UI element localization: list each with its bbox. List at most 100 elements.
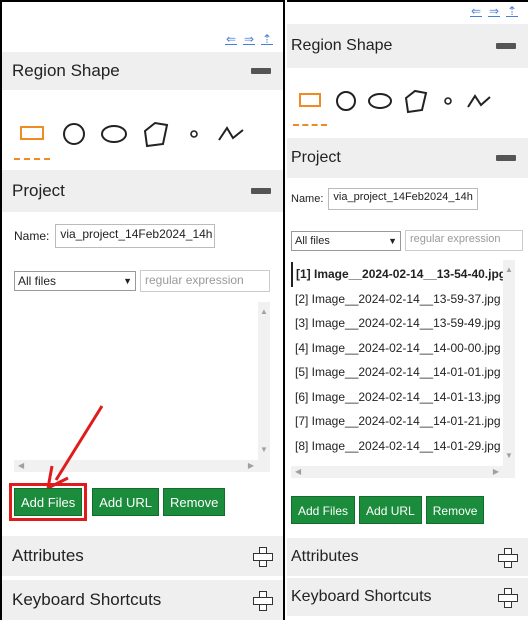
minus-icon[interactable]	[251, 188, 271, 194]
minus-icon[interactable]	[496, 155, 516, 161]
collapse-up-icon[interactable]: ⇡	[261, 33, 273, 45]
file-list-item[interactable]: [4] Image__2024-02-14__14-00-00.jpg	[291, 336, 515, 361]
file-list-item[interactable]: [7] Image__2024-02-14__14-01-21.jpg	[291, 409, 515, 434]
vertical-scrollbar[interactable]: ▲ ▼	[503, 260, 515, 466]
plus-icon[interactable]	[253, 547, 273, 567]
project-name-field[interactable]: via_project_14Feb2024_14h	[328, 188, 479, 210]
scroll-up-icon[interactable]: ▲	[505, 266, 513, 274]
file-list-item[interactable]: [3] Image__2024-02-14__13-59-49.jpg	[291, 311, 515, 336]
file-filter-select[interactable]: All files ▼	[291, 230, 401, 251]
polyline-icon	[218, 126, 244, 141]
add-url-button[interactable]: Add URL	[359, 496, 422, 524]
file-list-item[interactable]: [5] Image__2024-02-14__14-01-01.jpg	[291, 360, 515, 385]
file-list[interactable]: [1] Image__2024-02-14__13-54-40.jpg [2] I…	[291, 260, 515, 478]
vertical-scrollbar[interactable]: ▲ ▼	[258, 302, 270, 460]
remove-button[interactable]: Remove	[425, 496, 485, 524]
add-files-button[interactable]: Add Files	[8, 483, 88, 521]
ellipse-shape-button[interactable]	[98, 108, 130, 160]
region-shape-title: Region Shape	[291, 37, 393, 54]
region-shape-toolbar	[2, 106, 283, 162]
file-list-item[interactable]: [8] Image__2024-02-14__14-01-29.jpg	[291, 434, 515, 459]
file-filter-select[interactable]: All files ▼	[14, 271, 136, 291]
scroll-right-icon[interactable]: ▶	[493, 468, 499, 476]
point-shape-button[interactable]	[182, 108, 206, 160]
plus-icon[interactable]	[498, 548, 518, 568]
scroll-down-icon[interactable]: ▼	[505, 452, 513, 460]
attributes-header[interactable]: Attributes	[287, 538, 528, 576]
plus-icon[interactable]	[253, 591, 273, 611]
regex-filter-input[interactable]: regular expression	[140, 270, 270, 292]
region-shape-header[interactable]: Region Shape	[287, 24, 528, 68]
collapse-right-icon[interactable]: ⇒	[488, 5, 500, 17]
scroll-right-icon[interactable]: ▶	[248, 462, 254, 470]
circle-shape-button[interactable]	[60, 108, 88, 160]
horizontal-scrollbar[interactable]: ◀ ▶	[291, 466, 515, 478]
minus-icon[interactable]	[496, 43, 516, 49]
left-panel: ⇐ ⇒ ⇡ Region Shape Project Name: via_pro…	[0, 0, 285, 620]
file-filter-row: All files ▼ regular expression	[291, 230, 523, 251]
point-icon	[190, 130, 198, 138]
collapse-right-icon[interactable]: ⇒	[243, 33, 255, 45]
project-header[interactable]: Project	[287, 138, 528, 178]
rectangle-shape-button[interactable]	[14, 108, 50, 160]
scroll-left-icon[interactable]: ◀	[295, 468, 301, 476]
collapse-left-icon[interactable]: ⇐	[225, 33, 237, 45]
file-actions: Add Files Add URL Remove	[8, 483, 226, 521]
project-title: Project	[291, 149, 341, 166]
ellipse-shape-button[interactable]	[365, 76, 395, 126]
polyline-icon	[467, 94, 491, 108]
polygon-icon	[143, 121, 169, 148]
collapse-left-icon[interactable]: ⇐	[470, 5, 482, 17]
remove-button[interactable]: Remove	[162, 488, 226, 516]
keyboard-shortcuts-title: Keyboard Shortcuts	[291, 588, 432, 605]
file-filter-row: All files ▼ regular expression	[14, 270, 270, 292]
keyboard-shortcuts-header[interactable]: Keyboard Shortcuts	[2, 580, 283, 620]
project-header[interactable]: Project	[2, 170, 283, 212]
region-shape-header[interactable]: Region Shape	[2, 52, 283, 90]
keyboard-shortcuts-title: Keyboard Shortcuts	[12, 590, 162, 609]
polyline-shape-button[interactable]	[465, 76, 493, 126]
point-shape-button[interactable]	[437, 76, 459, 126]
rectangle-icon	[299, 93, 321, 107]
keyboard-shortcuts-header[interactable]: Keyboard Shortcuts	[287, 578, 528, 616]
region-shape-title: Region Shape	[12, 61, 120, 80]
chevron-down-icon: ▼	[123, 276, 132, 286]
project-name-field[interactable]: via_project_14Feb2024_14h	[55, 224, 216, 248]
project-name-row: Name: via_project_14Feb2024_14h	[14, 224, 216, 248]
file-list-item[interactable]: [1] Image__2024-02-14__13-54-40.jpg	[291, 262, 515, 287]
name-label: Name:	[291, 193, 324, 205]
regex-filter-input[interactable]: regular expression	[405, 230, 523, 251]
scroll-up-icon[interactable]: ▲	[260, 308, 268, 316]
polyline-shape-button[interactable]	[216, 108, 246, 160]
add-files-button[interactable]: Add Files	[291, 496, 356, 524]
plus-icon[interactable]	[498, 588, 518, 608]
add-url-button[interactable]: Add URL	[92, 488, 159, 516]
project-title: Project	[12, 181, 65, 200]
file-list-item[interactable]: [2] Image__2024-02-14__13-59-37.jpg	[291, 287, 515, 312]
circle-shape-button[interactable]	[333, 76, 359, 126]
attributes-header[interactable]: Attributes	[2, 536, 283, 576]
panel-toolbar: ⇐ ⇒ ⇡	[225, 33, 273, 45]
scroll-down-icon[interactable]: ▼	[260, 446, 268, 454]
right-panel: ⇐ ⇒ ⇡ Region Shape Project Name: via_pro…	[287, 0, 528, 620]
polygon-shape-button[interactable]	[140, 108, 172, 160]
rectangle-icon	[20, 126, 44, 140]
file-actions: Add Files Add URL Remove	[291, 496, 485, 524]
scroll-left-icon[interactable]: ◀	[18, 462, 24, 470]
rectangle-shape-button[interactable]	[293, 76, 327, 126]
collapse-up-icon[interactable]: ⇡	[506, 5, 518, 17]
minus-icon[interactable]	[251, 68, 271, 74]
file-list-item[interactable]: [6] Image__2024-02-14__14-01-13.jpg	[291, 385, 515, 410]
attributes-title: Attributes	[12, 546, 84, 565]
circle-icon	[336, 91, 356, 111]
name-label: Name:	[14, 229, 50, 243]
region-shape-toolbar	[287, 74, 528, 128]
polygon-icon	[404, 89, 428, 114]
project-name-row: Name: via_project_14Feb2024_14h	[291, 188, 479, 210]
file-items: [1] Image__2024-02-14__13-54-40.jpg [2] I…	[291, 260, 515, 458]
circle-icon	[63, 123, 85, 145]
ellipse-icon	[101, 125, 127, 143]
polygon-shape-button[interactable]	[401, 76, 431, 126]
file-filter-value: All files	[295, 234, 330, 247]
annotation-arrow-icon	[46, 405, 104, 490]
